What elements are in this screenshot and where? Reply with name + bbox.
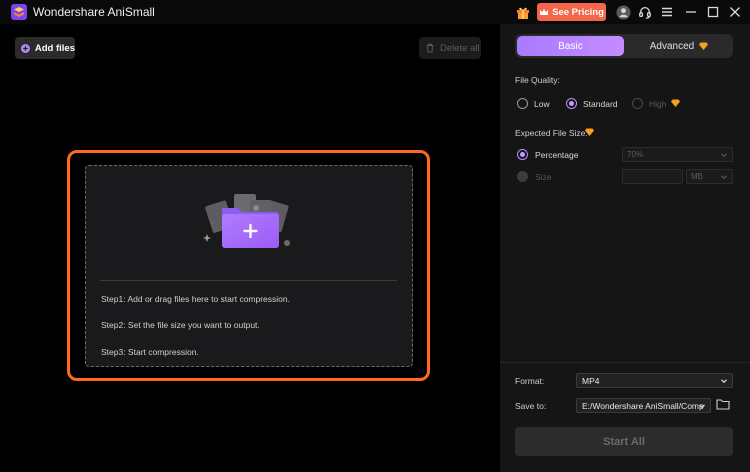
percentage-radio[interactable] (517, 149, 528, 160)
file-quality-label: File Quality: (515, 75, 560, 85)
size-unit-value: MB (691, 172, 703, 181)
chevron-down-icon (721, 379, 727, 384)
crown-icon (540, 8, 549, 15)
size-label: Size (535, 172, 552, 182)
format-value: MP4 (582, 375, 600, 386)
close-icon[interactable] (727, 4, 743, 20)
see-pricing-label: See Pricing (552, 6, 604, 18)
quality-standard-label: Standard (583, 99, 618, 109)
tab-advanced-label: Advanced (649, 40, 695, 52)
quality-high-label: High (649, 99, 667, 109)
delete-all-button[interactable]: Delete all (419, 37, 481, 59)
see-pricing-button[interactable]: See Pricing (537, 3, 606, 21)
plus-circle-icon (21, 43, 30, 53)
app-title: Wondershare AniSmall (33, 5, 155, 19)
gift-icon[interactable] (515, 4, 531, 20)
quality-low-radio[interactable] (517, 98, 528, 109)
delete-all-label: Delete all (440, 42, 480, 54)
tab-advanced[interactable]: Advanced (627, 36, 731, 56)
save-to-select[interactable]: E:/Wondershare AniSmall/Comp (576, 398, 711, 413)
step-2-text: Step2: Set the file size you want to out… (101, 320, 260, 330)
minimize-icon[interactable] (683, 4, 699, 20)
quality-low-label: Low (534, 99, 550, 109)
chevron-down-icon (721, 175, 727, 180)
size-radio[interactable] (517, 171, 528, 182)
add-files-label: Add files (34, 42, 75, 54)
dropzone-divider (100, 280, 397, 281)
chevron-down-icon (699, 404, 705, 409)
percentage-label: Percentage (535, 150, 579, 160)
size-unit-select[interactable]: MB (686, 169, 733, 184)
percentage-select[interactable]: 70% (622, 147, 733, 162)
chevron-down-icon (721, 153, 727, 158)
avatar-icon[interactable] (615, 4, 631, 20)
headset-icon[interactable] (637, 4, 653, 20)
panel-separator (500, 362, 750, 363)
quality-standard-radio[interactable] (566, 98, 577, 109)
gem-icon (671, 99, 680, 107)
percentage-value: 70% (627, 150, 644, 159)
start-all-button[interactable]: Start All (515, 427, 733, 456)
format-label: Format: (515, 376, 545, 386)
step-1-text: Step1: Add or drag files here to start c… (101, 294, 290, 304)
step-3-text: Step3: Start compression. (101, 347, 199, 357)
format-select[interactable]: MP4 (576, 373, 733, 388)
add-files-button[interactable]: Add files (15, 37, 75, 59)
gem-icon (699, 42, 709, 50)
folder-icon[interactable] (716, 398, 730, 410)
tab-basic-label: Basic (558, 40, 583, 52)
size-input[interactable] (622, 169, 683, 184)
gem-icon (585, 128, 594, 136)
app-logo-icon (11, 4, 27, 20)
save-to-value: E:/Wondershare AniSmall/Comp (582, 400, 704, 411)
expected-size-label: Expected File Size: (515, 128, 588, 138)
folder-plus-icon[interactable] (200, 190, 296, 252)
quality-high-radio[interactable] (632, 98, 643, 109)
menu-icon[interactable] (659, 4, 675, 20)
tab-basic[interactable]: Basic (517, 36, 624, 56)
trash-icon (426, 43, 434, 53)
start-all-label: Start All (603, 435, 645, 448)
maximize-icon[interactable] (705, 4, 721, 20)
save-to-label: Save to: (515, 401, 547, 411)
